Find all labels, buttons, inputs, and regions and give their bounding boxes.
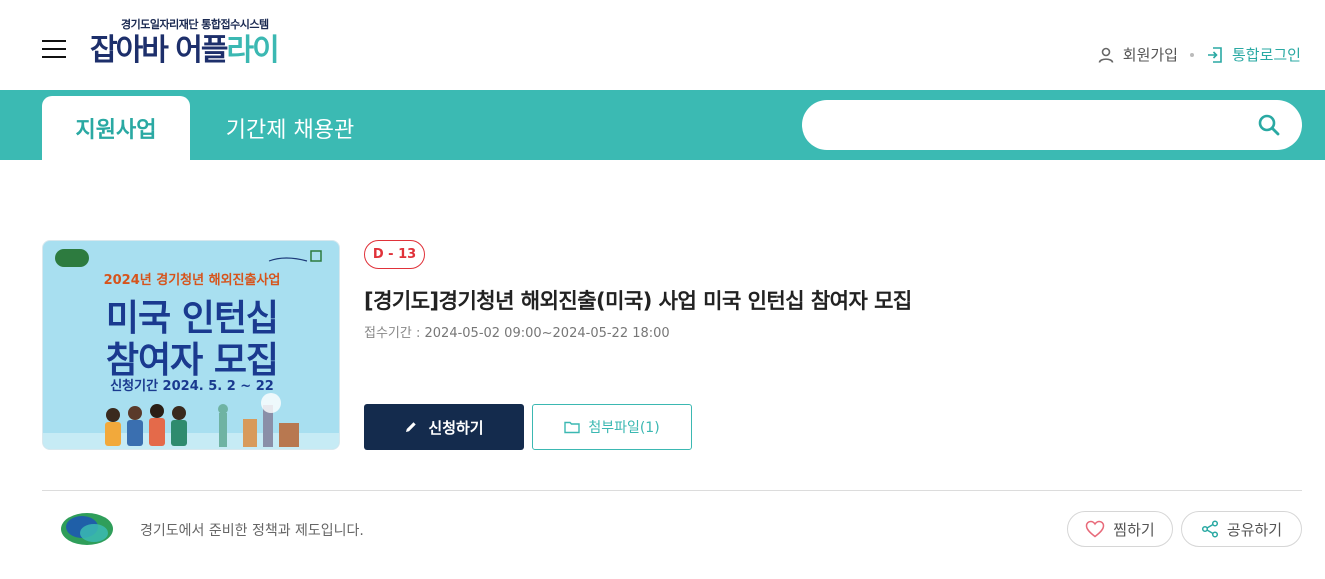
- login-link[interactable]: 통합로그인: [1206, 44, 1301, 65]
- logo-text-part2a: 어플: [175, 33, 228, 68]
- thumbnail-date: 신청기간 2024. 5. 2 ~ 22: [110, 379, 274, 394]
- section-divider: [42, 490, 1302, 491]
- user-icon: [1098, 47, 1114, 63]
- share-button[interactable]: 공유하기: [1181, 511, 1302, 547]
- share-icon: [1201, 520, 1218, 538]
- logo-text-part2b: 라이: [226, 33, 279, 68]
- login-label: 통합로그인: [1231, 46, 1301, 64]
- dday-badge: D - 13: [364, 240, 425, 269]
- apply-label: 신청하기: [428, 418, 484, 437]
- program-title[interactable]: [경기도]경기청년 해외진출(미국) 사업 미국 인턴십 참여자 모집: [364, 285, 912, 315]
- search-input[interactable]: [822, 110, 1242, 140]
- period-value: 2024-05-02 09:00~2024-05-22 18:00: [424, 326, 670, 341]
- heart-icon: [1086, 520, 1105, 538]
- site-header: 경기도일자리재단 통합접수시스템 잡아바 어플라이 회원가입 통합로그인: [0, 0, 1325, 90]
- folder-icon: [564, 421, 581, 434]
- top-links: 회원가입 통합로그인: [1097, 44, 1301, 65]
- attachment-button[interactable]: 첨부파일(1): [532, 404, 692, 450]
- signup-label: 회원가입: [1122, 46, 1178, 64]
- search-bar: [802, 100, 1302, 150]
- tab-support-programs[interactable]: 지원사업: [42, 96, 190, 160]
- thumbnail-illustration-icon: [43, 393, 339, 449]
- period-label: 접수기간 :: [364, 326, 421, 341]
- tab-temporary-jobs[interactable]: 기간제 채용관: [205, 96, 375, 160]
- main-nav: 지원사업 기간제 채용관: [0, 90, 1325, 160]
- logo-subtitle: 경기도일자리재단 통합접수시스템: [121, 18, 269, 31]
- thumbnail-brand-icon: [265, 249, 325, 267]
- thumbnail-subtitle: 2024년 경기청년 해외진출사업: [103, 273, 281, 288]
- program-thumbnail[interactable]: 2024년 경기청년 해외진출사업 미국 인턴십 참여자 모집 신청기간 202…: [42, 240, 340, 450]
- thumbnail-badge-icon: [55, 249, 89, 267]
- attachment-label: 첨부파일(1): [588, 420, 660, 436]
- site-logo[interactable]: 잡아바 어플라이: [90, 32, 280, 70]
- like-label: 찜하기: [1113, 520, 1155, 539]
- logo-text-part1: 잡아바: [90, 33, 169, 68]
- signup-link[interactable]: 회원가입: [1097, 44, 1178, 65]
- gyeonggi-logo-icon: [61, 513, 113, 545]
- application-period: 접수기간 : 2024-05-02 09:00~2024-05-22 18:00: [364, 322, 670, 341]
- apply-button[interactable]: 신청하기: [364, 404, 524, 450]
- org-description: 경기도에서 준비한 정책과 제도입니다.: [140, 523, 364, 539]
- share-label: 공유하기: [1226, 520, 1283, 539]
- login-icon: [1207, 46, 1222, 63]
- search-icon[interactable]: [1256, 112, 1282, 138]
- like-button[interactable]: 찜하기: [1067, 511, 1173, 547]
- separator-dot: [1189, 52, 1194, 57]
- menu-icon[interactable]: [42, 40, 66, 58]
- pencil-icon: [406, 422, 417, 432]
